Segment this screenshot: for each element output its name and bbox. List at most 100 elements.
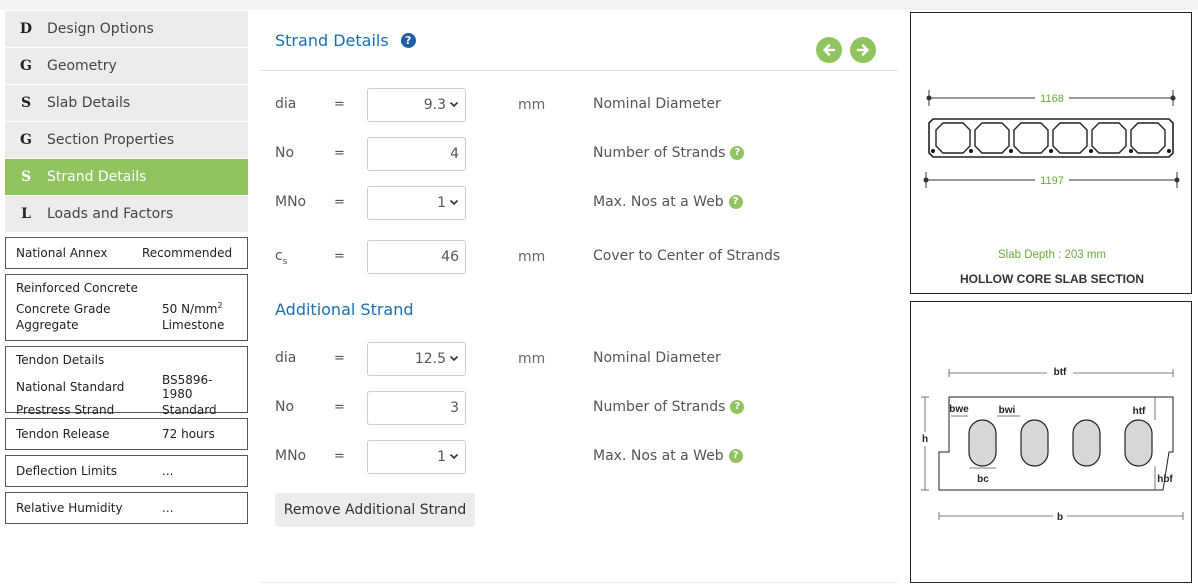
description-label: Max. Nos at a Web? — [593, 448, 743, 464]
unit-label: mm — [518, 97, 546, 113]
question-circle-icon[interactable]: ? — [400, 33, 416, 48]
description-label: Nominal Diameter — [593, 96, 721, 112]
description-label: Number of Strands? — [593, 399, 745, 415]
sidebar-item-geometry[interactable]: G Geometry — [5, 48, 248, 84]
help-icon[interactable]: ? — [728, 449, 743, 463]
deflection-limits-value: ... — [162, 464, 174, 478]
sidebar-item-letter: D — [19, 21, 33, 37]
concrete-grade-value: 50 N/mm2 — [162, 301, 223, 316]
top-width-label: 1168 — [1040, 93, 1064, 105]
bottom-width-label: 1197 — [1040, 175, 1064, 187]
slab-void — [974, 122, 1010, 154]
control-value: 1 — [437, 195, 446, 211]
symbol-label: dia — [275, 350, 297, 366]
sidebar: D Design Options G Geometry S Slab Details G Se… — [5, 11, 248, 524]
section-caption: HOLLOW CORE SLAB SECTION — [960, 272, 1144, 286]
sidebar-item-letter: G — [20, 58, 32, 74]
top-strip — [0, 0, 1198, 10]
label-bwe: bwe — [949, 404, 969, 415]
slab-void — [935, 122, 971, 154]
sidebar-item-letter: L — [21, 206, 31, 222]
slab-void — [1013, 122, 1049, 154]
page-title: Strand Details — [275, 31, 389, 50]
section-legend-panel: btf bwe bwi htf h bc hbf b — [910, 301, 1192, 583]
equals-sign: = — [334, 351, 345, 366]
sidebar-item-letter: S — [20, 95, 32, 111]
chevron-down-icon — [449, 195, 459, 211]
symbol-label: cs — [275, 248, 288, 267]
sidebar-item-strand-details[interactable]: S Strand Details — [5, 159, 248, 195]
label-bc: bc — [977, 474, 989, 485]
sidebar-item-label: Design Options — [47, 21, 154, 37]
reinforced-concrete-title: Reinforced Concrete — [16, 281, 138, 295]
reinforced-concrete-box[interactable]: Reinforced Concrete Concrete Grade 50 N/… — [5, 274, 248, 341]
unit-label: mm — [518, 249, 546, 265]
hollow-core-section-diagram: 1168 1197 Slab Depth : 203 mm HOLLOW COR… — [923, 90, 1180, 286]
value-select[interactable]: 1 — [367, 440, 466, 474]
tendon-details-box[interactable]: Tendon Details National Standard BS5896-… — [5, 346, 248, 417]
sidebar-item-slab-details[interactable]: S Slab Details — [5, 85, 248, 121]
label-hbf: hbf — [1157, 474, 1173, 485]
aggregate-value: Limestone — [162, 318, 225, 332]
aggregate-label: Aggregate — [16, 318, 79, 332]
control-value: 3 — [450, 400, 459, 416]
value-select[interactable]: 1 — [367, 186, 466, 220]
sidebar-item-letter: G — [20, 132, 32, 148]
arrow-left-circle-icon[interactable] — [816, 37, 842, 63]
value-input[interactable]: 46 — [367, 240, 466, 274]
additional-strand-title: Additional Strand — [275, 300, 414, 319]
form-row-dia: dia = 9.3 mm Nominal Diameter — [260, 88, 898, 122]
national-annex-box[interactable]: National Annex Recommended — [5, 237, 248, 269]
national-standard-value: BS5896-1980 — [162, 373, 213, 401]
sidebar-item-label: Slab Details — [47, 95, 131, 111]
label-btf: btf — [1054, 367, 1067, 378]
chevron-down-icon — [449, 97, 459, 113]
sidebar-item-section-properties[interactable]: G Section Properties — [5, 122, 248, 158]
relative-humidity-box[interactable]: Relative Humidity ... — [5, 492, 248, 524]
chevron-down-icon — [449, 351, 459, 367]
symbol-label: No — [275, 145, 295, 161]
sidebar-item-label: Strand Details — [47, 169, 147, 185]
sidebar-item-letter: S — [20, 169, 32, 185]
value-input[interactable]: 4 — [367, 137, 466, 171]
tendon-release-box[interactable]: Tendon Release 72 hours — [5, 418, 248, 450]
prestress-strand-value: Standard — [162, 403, 217, 417]
equals-sign: = — [334, 400, 345, 415]
label-bwi: bwi — [999, 405, 1016, 416]
description-label: Cover to Center of Strands — [593, 248, 781, 264]
description-label: Nominal Diameter — [593, 350, 721, 366]
form-row-c: cs = 46 mm Cover to Center of Strands — [260, 240, 898, 274]
slab-void — [1130, 122, 1166, 154]
label-h: h — [922, 434, 928, 445]
slab-void — [1091, 122, 1127, 154]
value-select[interactable]: 12.5 — [367, 342, 466, 376]
label-htf: htf — [1133, 406, 1146, 417]
relative-humidity-label: Relative Humidity — [16, 501, 123, 515]
slab-void — [1052, 122, 1088, 154]
control-value: 4 — [450, 146, 459, 162]
strand-dot — [1089, 149, 1093, 153]
deflection-limits-label: Deflection Limits — [16, 464, 117, 478]
sidebar-item-label: Section Properties — [47, 132, 175, 148]
equals-sign: = — [334, 97, 345, 112]
sidebar-item-loads-and-factors[interactable]: L Loads and Factors — [5, 196, 248, 232]
form-row-mno: MNo = 1 Max. Nos at a Web? — [260, 186, 898, 220]
prestress-strand-label: Prestress Strand — [16, 403, 115, 417]
remove-additional-strand-button[interactable]: Remove Additional Strand — [275, 493, 475, 527]
strand-details-header: Strand Details ? — [260, 11, 898, 71]
help-icon[interactable]: ? — [728, 195, 743, 209]
value-input[interactable]: 3 — [367, 391, 466, 425]
deflection-limits-box[interactable]: Deflection Limits ... — [5, 455, 248, 487]
help-icon[interactable]: ? — [730, 146, 745, 160]
equals-sign: = — [334, 146, 345, 161]
control-value: 12.5 — [414, 351, 446, 367]
label-b: b — [1057, 512, 1063, 523]
symbol-label: MNo — [275, 448, 307, 464]
national-annex-value: Recommended — [142, 246, 233, 260]
strand-dot — [1167, 149, 1171, 153]
sidebar-item-design-options[interactable]: D Design Options — [5, 11, 248, 47]
value-select[interactable]: 9.3 — [367, 88, 466, 122]
strand-dot — [931, 149, 935, 153]
help-icon[interactable]: ? — [730, 400, 745, 414]
arrow-right-circle-icon[interactable] — [850, 37, 876, 63]
